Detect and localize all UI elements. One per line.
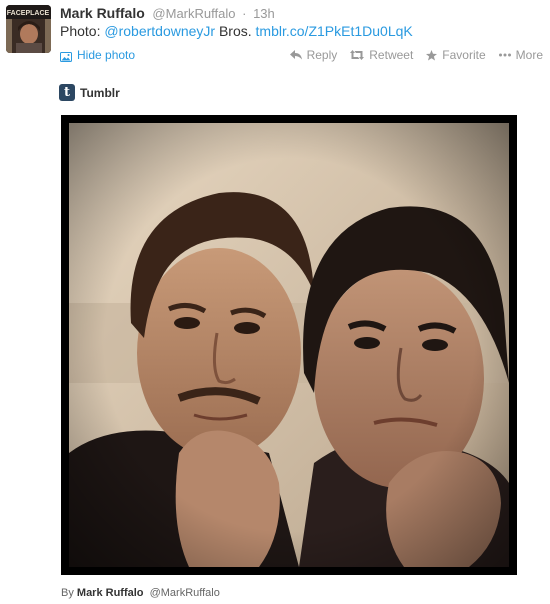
hide-photo-label: Hide photo [77, 48, 136, 62]
favorite-button[interactable]: Favorite [426, 47, 486, 63]
provider-name: Tumblr [80, 85, 120, 100]
tweet-header: Mark Ruffalo @MarkRuffalo · 13h [60, 4, 275, 22]
embedded-photo [69, 123, 509, 567]
tweet-text-prefix: Photo: [60, 23, 101, 39]
ellipsis-icon [498, 53, 511, 57]
mention-link[interactable]: @robertdowneyJr [104, 23, 215, 39]
hide-photo-button[interactable]: Hide photo [60, 47, 135, 63]
timestamp[interactable]: 13h [253, 6, 275, 21]
author-handle[interactable]: @MarkRuffalo [152, 6, 235, 21]
photo-frame[interactable] [61, 115, 517, 575]
tweet-text-middle: Bros. [218, 23, 252, 39]
favorite-label: Favorite [442, 48, 486, 62]
retweet-icon [350, 50, 365, 60]
star-icon [426, 49, 438, 61]
reply-button[interactable]: Reply [289, 47, 338, 63]
photo-byline: By Mark Ruffalo @MarkRuffalo [61, 586, 220, 600]
retweet-button[interactable]: Retweet [350, 47, 413, 63]
author-name[interactable]: Mark Ruffalo [60, 5, 145, 21]
byline-prefix: By [61, 587, 74, 599]
photo-icon [60, 50, 72, 62]
byline-name[interactable]: Mark Ruffalo [77, 587, 144, 599]
avatar-image: FACEPLACE [6, 5, 51, 53]
byline-handle[interactable]: @MarkRuffalo [150, 587, 220, 599]
retweet-label: Retweet [369, 48, 414, 62]
tumblr-logo-icon: t [59, 84, 75, 101]
avatar[interactable]: FACEPLACE [6, 5, 51, 53]
tumblr-link[interactable]: tmblr.co/Z1PkEt1Du0LqK [256, 23, 413, 39]
header-separator: · [242, 6, 247, 21]
tweet-text: Photo: @robertdowneyJr Bros. tmblr.co/Z1… [60, 22, 413, 40]
tweet-actions: Reply Retweet Favorite More [277, 47, 543, 63]
more-label: More [515, 48, 543, 62]
reply-label: Reply [306, 48, 338, 62]
reply-arrow-icon [289, 50, 302, 60]
avatar-caption: FACEPLACE [7, 10, 50, 17]
media-provider[interactable]: t Tumblr [59, 84, 120, 101]
tweet: FACEPLACE Mark Ruffalo @MarkRuffalo · 13… [0, 0, 550, 604]
more-button[interactable]: More [498, 47, 543, 63]
